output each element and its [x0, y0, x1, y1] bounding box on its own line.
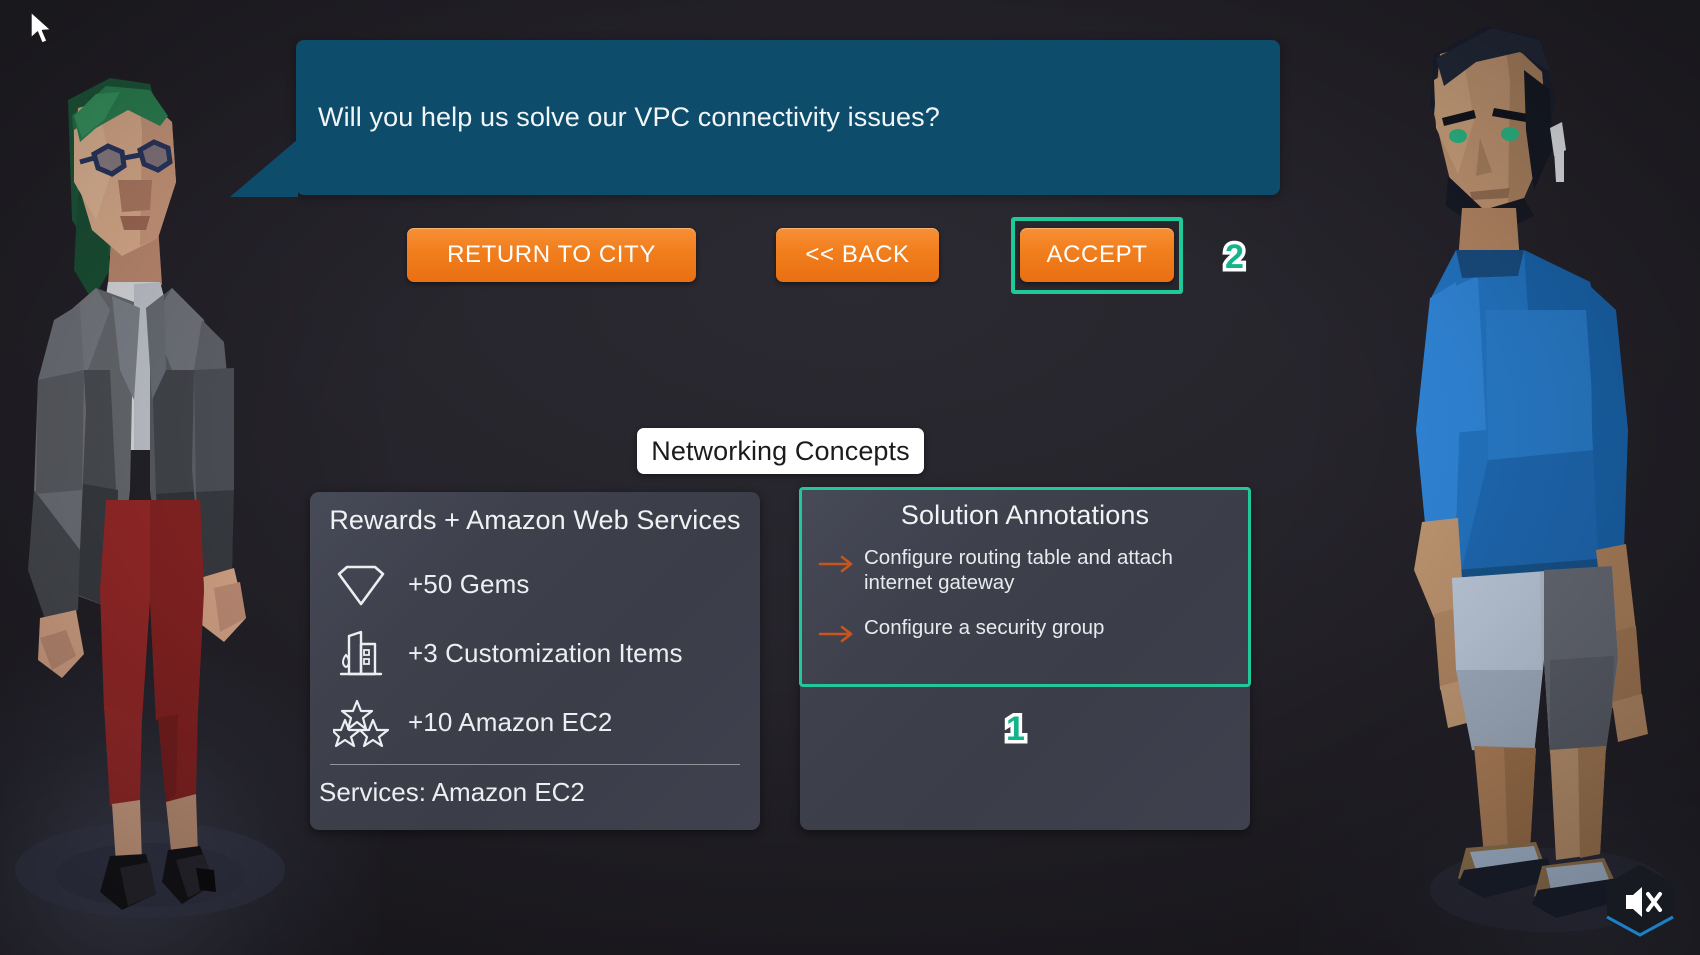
solution-annotation-text: Configure a security group: [864, 616, 1105, 639]
speech-bubble-text: Will you help us solve our VPC connectiv…: [318, 102, 940, 132]
solution-annotation-item: Configure routing table and attach inter…: [818, 545, 1232, 595]
rewards-panel: Rewards + Amazon Web Services +50 Gems +…: [310, 492, 760, 830]
rewards-services-line: Services: Amazon EC2: [319, 777, 585, 807]
reward-item-ec2: +10 Amazon EC2: [332, 688, 738, 757]
rewards-list: +50 Gems +3 Customization Items +10 Amaz…: [310, 550, 760, 757]
mute-toggle-button[interactable]: [1604, 863, 1676, 941]
dialog-speech-bubble: Will you help us solve our VPC connectiv…: [230, 40, 1280, 197]
annotation-badge-1: 1: [1003, 709, 1029, 750]
accept-button[interactable]: ACCEPT: [1020, 228, 1174, 282]
return-to-city-button[interactable]: RETURN TO CITY: [407, 228, 696, 282]
stars-icon: [332, 697, 390, 749]
reward-item-gems: +50 Gems: [332, 550, 738, 619]
reward-label-customization: +3 Customization Items: [408, 638, 683, 668]
game-scene: Will you help us solve our VPC connectiv…: [0, 0, 1700, 955]
back-button[interactable]: << BACK: [776, 228, 939, 282]
dialog-button-row: RETURN TO CITY << BACK ACCEPT: [0, 228, 1700, 283]
reward-label-ec2: +10 Amazon EC2: [408, 707, 613, 737]
speech-bubble-tail: [230, 139, 298, 197]
arrow-cursor-icon: [30, 11, 56, 52]
arrow-right-icon: [818, 615, 864, 648]
reward-label-gems: +50 Gems: [408, 569, 530, 599]
annotation-badge-2: 2: [1222, 237, 1248, 278]
solution-annotations-panel: Solution Annotations Configure routing t…: [800, 487, 1250, 830]
rewards-panel-title: Rewards + Amazon Web Services: [329, 505, 741, 535]
gem-icon: [332, 559, 390, 611]
concept-title-pill: Networking Concepts: [637, 428, 924, 474]
solution-annotation-item: Configure a security group: [818, 615, 1232, 648]
reward-item-customization: +3 Customization Items: [332, 619, 738, 688]
npc-character-left: [0, 70, 300, 955]
building-icon: [332, 628, 390, 680]
rewards-divider: [330, 764, 740, 765]
arrow-right-icon: [818, 545, 864, 578]
solution-panel-title: Solution Annotations: [900, 500, 1150, 530]
npc-character-right: [1400, 10, 1700, 955]
solution-annotation-list: Configure routing table and attach inter…: [800, 531, 1250, 648]
solution-annotation-text: Configure routing table and attach inter…: [864, 546, 1173, 594]
